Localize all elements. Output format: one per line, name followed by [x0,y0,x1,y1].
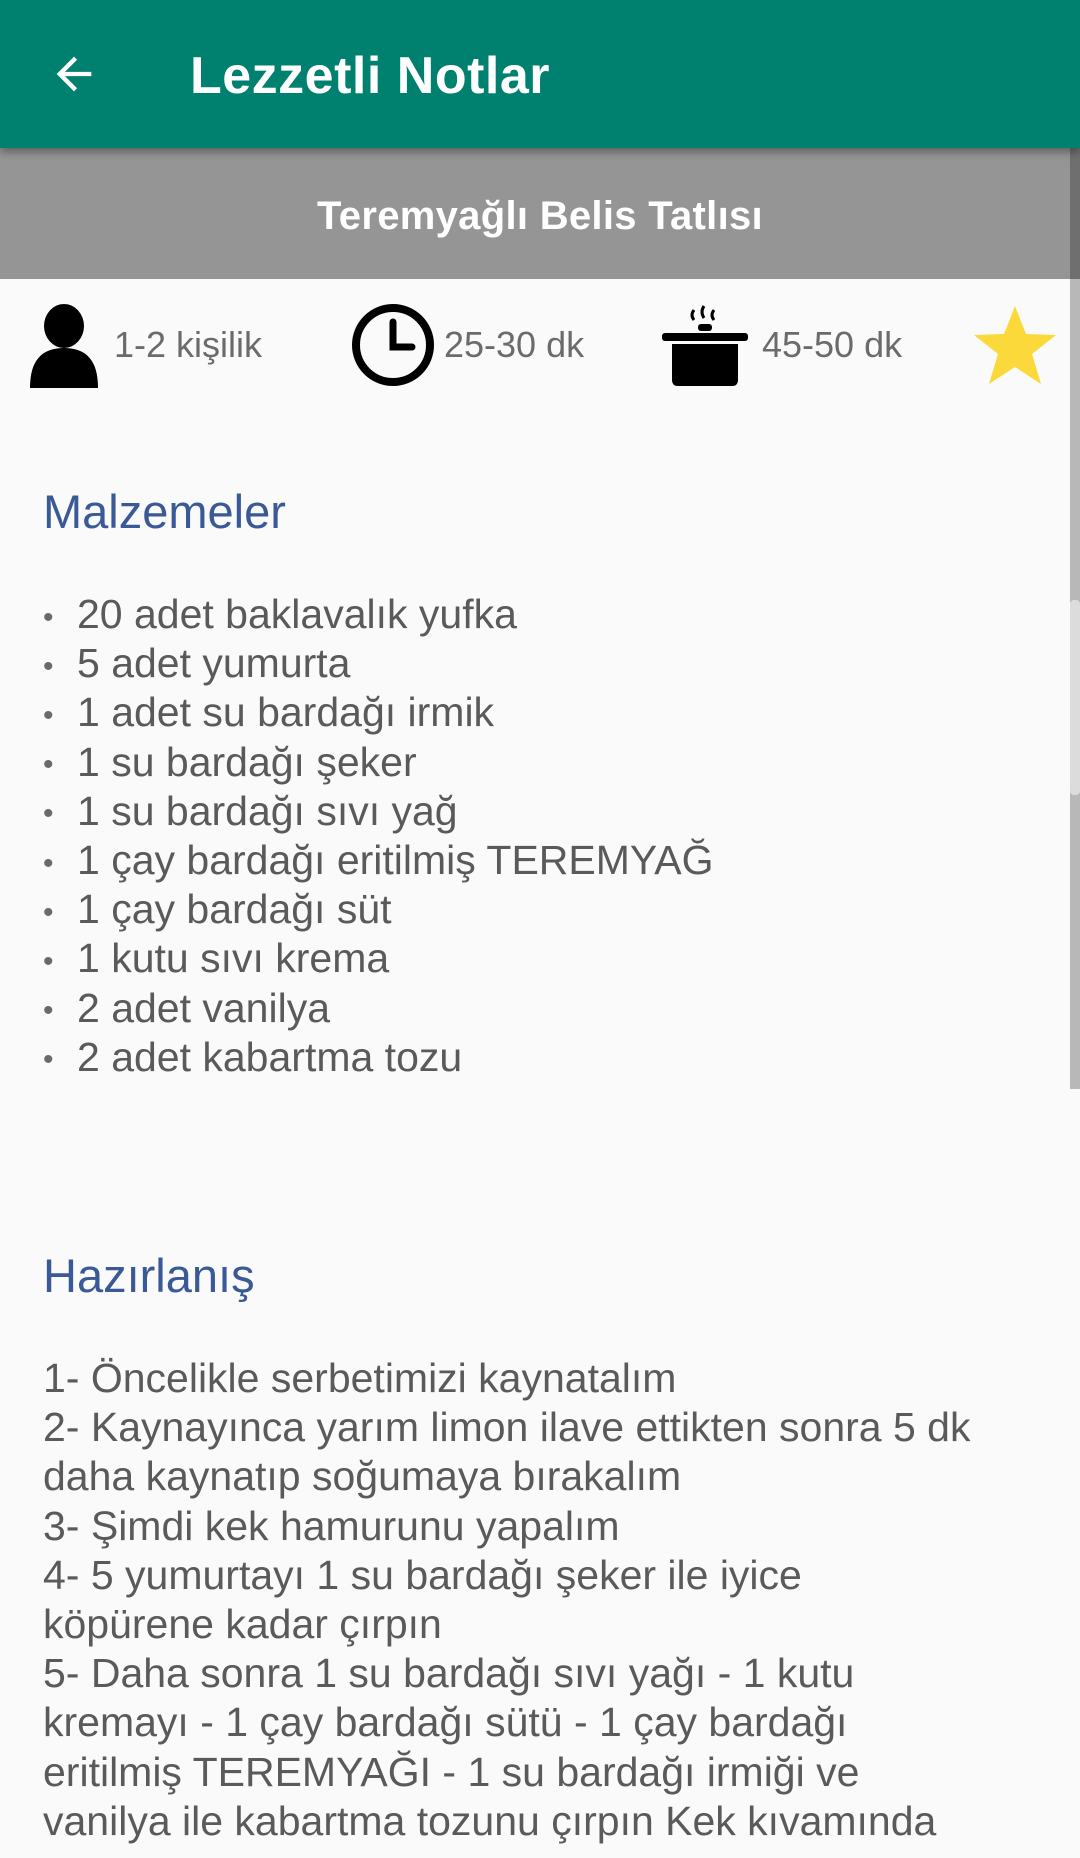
list-item: • 20 adet baklavalık yufka [43,591,517,637]
list-item: • 2 adet kabartma tozu [43,1033,463,1080]
list-item: • 1 adet su bardağı irmik [43,689,495,736]
list-item: • 2 adet vanilya [43,984,331,1031]
list-item: • 1 kutu sıvı krema [43,935,390,982]
step-line: 4- 5 yumurtayı 1 su bardağı şeker ile iy… [43,1551,802,1598]
step-line: köpürene kadar çırpın [43,1601,442,1648]
cook-time-info: 45-50 dk [660,290,902,400]
step-line: 2- Kaynayınca yarım limon ilave ettikten… [43,1404,971,1451]
step-line: daha kaynatıp soğumaya bırakalım [43,1453,682,1500]
app-title: Lezzetli Notlar [190,47,550,105]
recipe-header: Teremyağlı Belis Tatlısı [0,148,1080,279]
step-line: vanilya ile kabartma tozunu çırpın Kek k… [43,1797,937,1844]
cook-time-text: 45-50 dk [762,324,903,365]
step-line: kremayı - 1 çay bardağı sütü - 1 çay bar… [43,1699,848,1746]
favorite-button[interactable] [970,290,1060,400]
ingredients-title: Malzemeler [43,485,286,538]
clock-icon [352,304,434,386]
list-item: • 1 su bardağı sıvı yağ [43,787,458,834]
step-line: 1- Öncelikle serbetimizi kaynatalım [43,1355,677,1401]
recipe-info-row: 1-2 kişilik 25-30 dk 45-50 dk [0,290,1080,400]
star-icon [974,306,1056,384]
cooking-pot-icon [662,305,748,386]
person-icon [30,304,98,388]
prep-time-text: 25-30 dk [444,324,585,365]
list-item: • 1 su bardağı şeker [43,738,417,785]
scrollbar-thumb[interactable] [1070,600,1080,795]
servings-text: 1-2 kişilik [114,324,263,365]
preparation-steps: 1- Öncelikle serbetimizi kaynatalım 2- K… [43,1354,1043,1846]
arrow-left-icon [56,56,92,92]
app-bar: Lezzetli Notlar [0,0,1080,148]
step-line: eritilmiş TEREMYAĞI - 1 su bardağı irmiğ… [43,1748,860,1795]
step-line: 3- Şimdi kek hamurunu yapalım [43,1502,620,1549]
prep-time-info: 25-30 dk [350,290,584,400]
list-item: • 1 çay bardağı süt [43,886,392,933]
ingredients-list: • 20 adet baklavalık yufka • 5 adet yumurt… [43,590,1043,1082]
servings-info: 1-2 kişilik [28,290,262,400]
list-item: • 5 adet yumurta [43,640,351,687]
back-button[interactable] [38,38,110,110]
preparation-title: Hazırlanış [43,1249,255,1302]
recipe-title: Teremyağlı Belis Tatlısı [317,194,763,238]
list-item: • 1 çay bardağı eritilmiş TEREMYAĞ [43,836,714,883]
step-line: 5- Daha sonra 1 su bardağı sıvı yağı - 1… [43,1650,855,1697]
header-edge [1070,148,1080,279]
